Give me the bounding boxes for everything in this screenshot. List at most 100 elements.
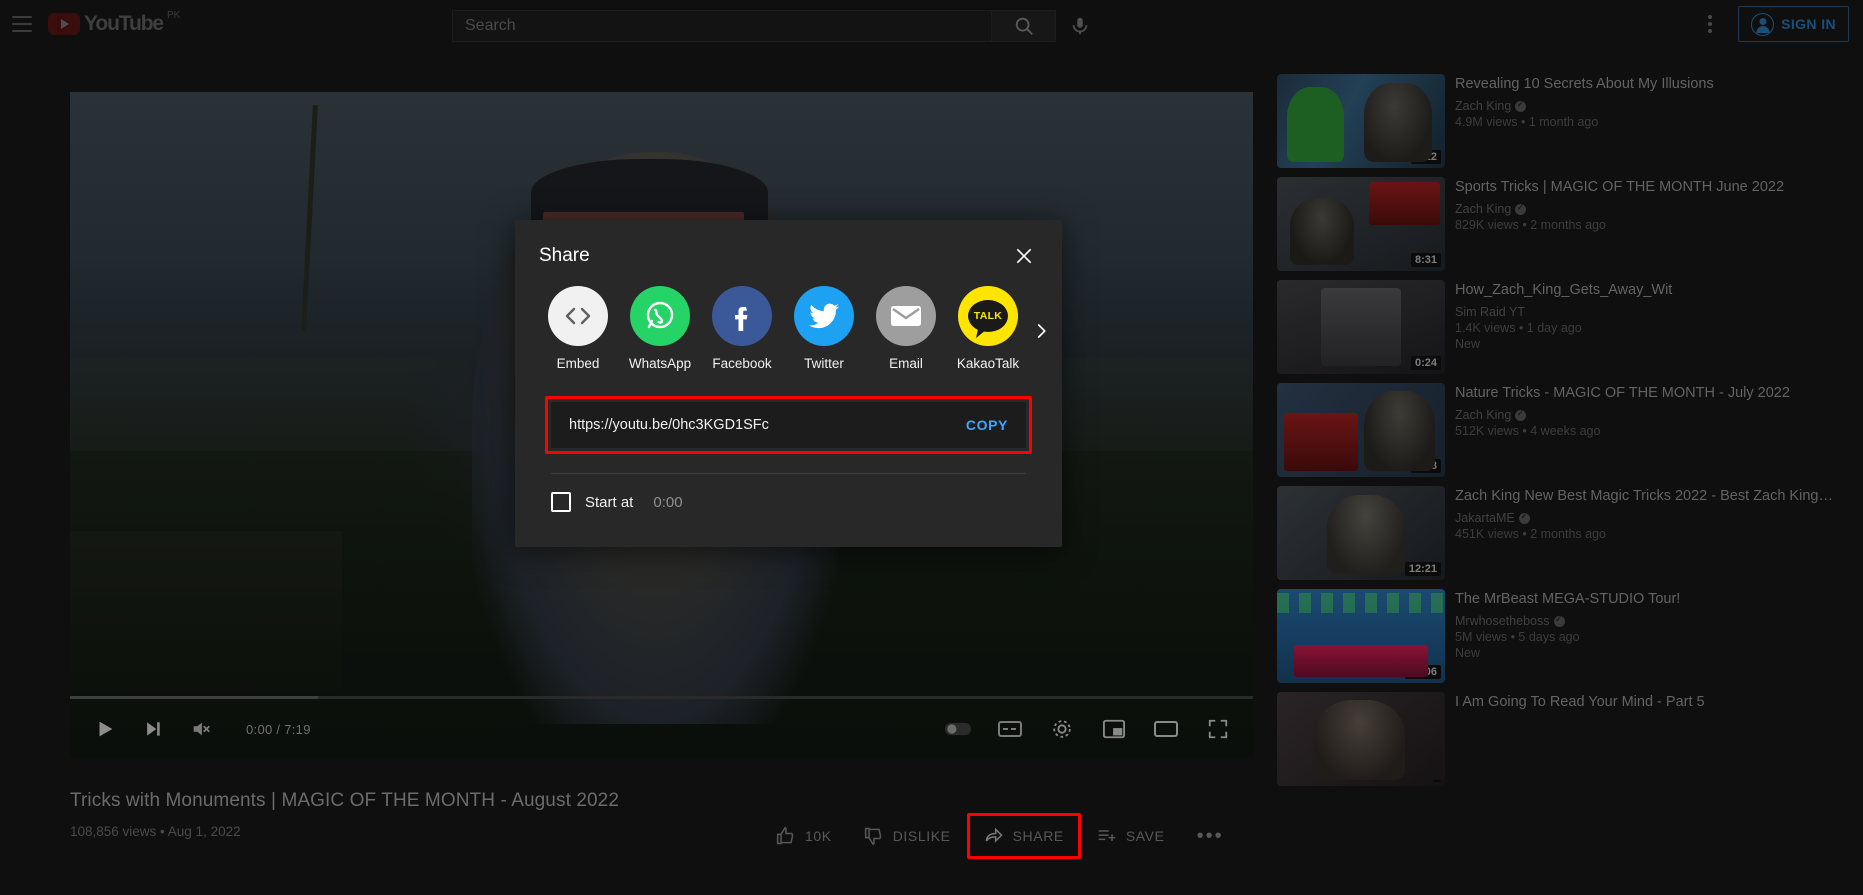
channel-name-row[interactable]: Zach King (1455, 408, 1837, 422)
video-title: Tricks with Monuments | MAGIC OF THE MON… (70, 790, 620, 811)
miniplayer-icon[interactable] (1101, 716, 1127, 742)
share-arrow-icon (985, 827, 1003, 843)
sign-in-button[interactable]: SIGN IN (1738, 6, 1849, 42)
player-controls: 0:00 / 7:19 (70, 701, 1253, 757)
share-dialog: Share Embed WhatsApp Facebook Twitter Em… (515, 220, 1062, 547)
gear-icon[interactable] (1049, 716, 1075, 742)
voice-search-button[interactable] (1060, 6, 1100, 46)
video-thumbnail[interactable]: 8:31 (1277, 177, 1445, 271)
save-button[interactable]: SAVE (1081, 815, 1181, 857)
channel-name: Sim Raid YT (1455, 305, 1525, 319)
list-item[interactable]: 5:48 Nature Tricks - MAGIC OF THE MONTH … (1277, 383, 1837, 477)
channel-name-row[interactable]: Zach King (1455, 202, 1837, 216)
share-target-label: Facebook (712, 356, 772, 371)
channel-name-row[interactable]: JakartaME (1455, 511, 1837, 525)
share-url-value: https://youtu.be/0hc3KGD1SFc (569, 417, 769, 433)
theater-mode-icon[interactable] (1153, 716, 1179, 742)
search-icon (1015, 17, 1033, 35)
more-vertical-icon[interactable] (1690, 4, 1730, 44)
share-button[interactable]: SHARE (966, 813, 1081, 859)
video-duration (1433, 780, 1441, 782)
account-circle-icon (1751, 12, 1775, 36)
chevron-right-icon[interactable] (1026, 316, 1056, 346)
channel-name-row[interactable]: Sim Raid YT (1455, 305, 1837, 319)
masthead: YouTube PK Search SIGN IN (0, 0, 1863, 48)
page-title: Share (539, 245, 590, 266)
list-item[interactable]: 18:06 The MrBeast MEGA-STUDIO Tour! Mrwh… (1277, 589, 1837, 683)
list-item[interactable]: 8:31 Sports Tricks | MAGIC OF THE MONTH … (1277, 177, 1837, 271)
video-duration: 7:12 (1410, 150, 1441, 164)
search-area: Search (452, 6, 1100, 46)
like-button[interactable]: 10K (760, 815, 848, 857)
channel-name: Zach King (1455, 202, 1512, 216)
share-target-email[interactable]: Email (865, 286, 947, 371)
search-input[interactable]: Search (452, 10, 992, 42)
related-videos-sidebar: 7:12 Revealing 10 Secrets About My Illus… (1277, 74, 1837, 795)
player-time: 0:00 / 7:19 (246, 721, 311, 737)
next-track-icon[interactable] (140, 716, 166, 742)
more-actions-label: ••• (1196, 824, 1224, 847)
list-item[interactable]: I Am Going To Read Your Mind - Part 5 (1277, 692, 1837, 786)
video-views-date: 108,856 views • Aug 1, 2022 (70, 824, 241, 839)
video-duration: 18:06 (1404, 665, 1441, 679)
video-title: I Am Going To Read Your Mind - Part 5 (1455, 694, 1705, 710)
video-stats: 1.4K views • 1 day ago (1455, 321, 1582, 335)
video-stats: 5M views • 5 days ago (1455, 630, 1580, 644)
list-item[interactable]: 0:24 How_Zach_King_Gets_Away_Wit Sim Rai… (1277, 280, 1837, 374)
start-at-row: Start at 0:00 (551, 492, 683, 512)
search-placeholder: Search (465, 17, 516, 34)
status-badge: New (1455, 337, 1481, 351)
verified-badge-icon (1518, 511, 1530, 524)
video-thumbnail[interactable]: 18:06 (1277, 589, 1445, 683)
whatsapp-icon (630, 286, 690, 346)
video-thumbnail[interactable]: 5:48 (1277, 383, 1445, 477)
video-title: Nature Tricks - MAGIC OF THE MONTH - Jul… (1455, 385, 1790, 401)
share-dialog-header: Share (515, 220, 1062, 270)
close-icon[interactable] (1010, 242, 1038, 270)
start-at-checkbox[interactable] (551, 492, 571, 512)
channel-name-row[interactable]: Mrwhosetheboss (1455, 614, 1837, 628)
hamburger-menu-icon[interactable] (12, 12, 36, 36)
list-item[interactable]: 7:12 Revealing 10 Secrets About My Illus… (1277, 74, 1837, 168)
microphone-icon (1072, 17, 1088, 35)
youtube-logo-text: YouTube (84, 12, 164, 35)
copy-button[interactable]: COPY (954, 417, 1008, 433)
sign-in-label: SIGN IN (1781, 16, 1836, 32)
youtube-logo[interactable]: YouTube PK (48, 11, 180, 35)
video-stats: 451K views • 2 months ago (1455, 527, 1606, 541)
thumbs-down-icon (864, 827, 882, 846)
share-url-field[interactable]: https://youtu.be/0hc3KGD1SFc COPY (551, 402, 1026, 448)
autoplay-toggle-icon[interactable] (945, 716, 971, 742)
share-target-embed[interactable]: Embed (537, 286, 619, 371)
video-thumbnail[interactable]: 12:21 (1277, 486, 1445, 580)
play-icon[interactable] (92, 716, 118, 742)
share-target-kakaotalk[interactable]: TALK KakaoTalk (947, 286, 1029, 371)
save-label: SAVE (1125, 828, 1165, 844)
envelope-icon (876, 286, 936, 346)
channel-name-row[interactable]: Zach King (1455, 99, 1837, 113)
like-count: 10K (805, 828, 832, 844)
video-thumbnail[interactable] (1277, 692, 1445, 786)
share-target-whatsapp[interactable]: WhatsApp (619, 286, 701, 371)
video-thumbnail[interactable]: 7:12 (1277, 74, 1445, 168)
list-item[interactable]: 12:21 Zach King New Best Magic Tricks 20… (1277, 486, 1837, 580)
more-actions-button[interactable]: ••• (1181, 815, 1240, 857)
video-title: How_Zach_King_Gets_Away_Wit (1455, 282, 1673, 298)
status-badge: New (1455, 646, 1481, 660)
share-targets-row: Embed WhatsApp Facebook Twitter Email TA… (515, 270, 1062, 371)
progress-bar[interactable] (70, 696, 1253, 699)
closed-captions-icon[interactable] (997, 716, 1023, 742)
video-duration: 0:24 (1410, 356, 1441, 370)
search-button[interactable] (992, 10, 1056, 42)
video-duration: 5:48 (1410, 459, 1441, 473)
start-at-label: Start at (585, 493, 634, 511)
video-thumbnail[interactable]: 0:24 (1277, 280, 1445, 374)
share-target-twitter[interactable]: Twitter (783, 286, 865, 371)
share-target-facebook[interactable]: Facebook (701, 286, 783, 371)
video-duration: 12:21 (1404, 562, 1441, 576)
volume-muted-icon[interactable] (188, 716, 214, 742)
fullscreen-icon[interactable] (1205, 716, 1231, 742)
dislike-button[interactable]: DISLIKE (848, 815, 967, 857)
youtube-play-icon (48, 13, 80, 35)
save-to-playlist-icon (1098, 830, 1116, 841)
